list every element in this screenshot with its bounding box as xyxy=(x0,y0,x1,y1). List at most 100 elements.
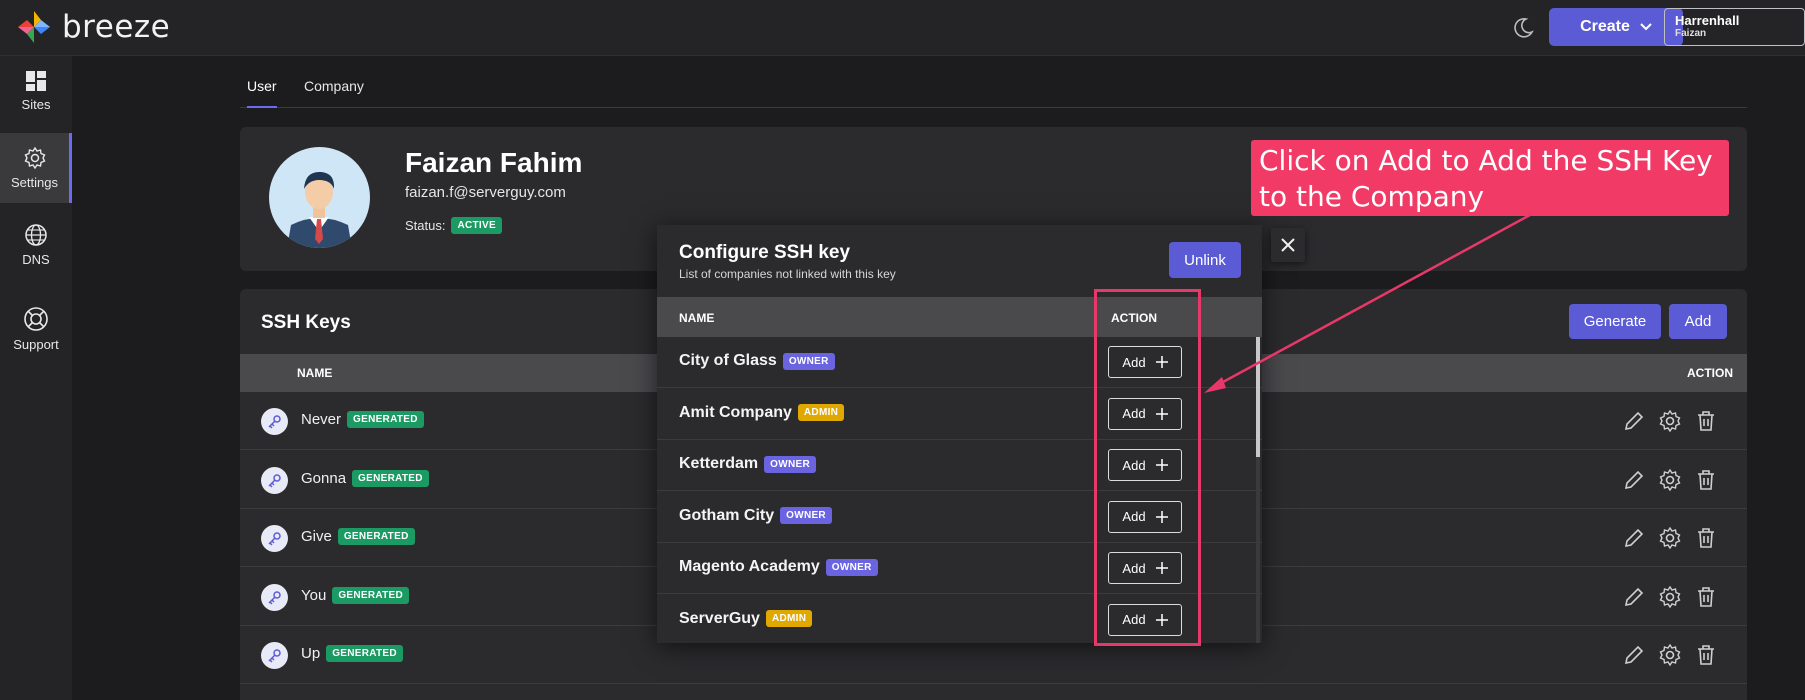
trash-icon[interactable] xyxy=(1694,468,1718,492)
action-column-highlight xyxy=(1094,289,1201,646)
org-user: Faizan xyxy=(1675,28,1707,39)
sidebar-item-label: DNS xyxy=(22,252,50,267)
generated-badge: GENERATED xyxy=(347,411,424,428)
add-key-button[interactable]: Add xyxy=(1669,304,1727,339)
modal-title: Configure SSH key xyxy=(679,242,851,263)
moon-icon[interactable] xyxy=(1509,14,1537,42)
create-label: Create xyxy=(1580,18,1630,35)
col-action: ACTION xyxy=(1687,366,1733,380)
company-label: City of Glass OWNER xyxy=(679,352,835,370)
tab-user[interactable]: User xyxy=(247,78,277,108)
sidebar-item-dns[interactable]: DNS xyxy=(0,210,72,280)
role-badge: OWNER xyxy=(780,507,832,524)
company-name: City of Glass xyxy=(679,352,777,369)
tab-company[interactable]: Company xyxy=(304,78,364,106)
globe-icon xyxy=(25,224,47,246)
row-actions xyxy=(1622,409,1718,433)
profile-email: faizan.f@serverguy.com xyxy=(405,184,566,201)
lifebuoy-icon xyxy=(24,307,48,331)
trash-icon[interactable] xyxy=(1694,643,1718,667)
user-avatar-icon xyxy=(287,171,352,248)
key-name: Never xyxy=(301,411,342,428)
gear-icon[interactable] xyxy=(1658,585,1682,609)
key-icon xyxy=(261,583,288,611)
status-badge: ACTIVE xyxy=(451,217,502,234)
generated-badge: GENERATED xyxy=(332,586,410,604)
row-actions xyxy=(1622,526,1718,550)
role-badge: OWNER xyxy=(764,455,816,473)
key-name: Give xyxy=(301,528,332,545)
gear-icon[interactable] xyxy=(1658,409,1682,433)
company-name: Amit Company xyxy=(679,403,792,421)
gear-icon[interactable] xyxy=(1658,468,1682,492)
key-label: Never GENERATED xyxy=(301,411,424,428)
profile-name: Faizan Fahim xyxy=(405,147,583,178)
org-name: Harrenhall xyxy=(1675,13,1740,28)
create-button[interactable]: Create xyxy=(1549,8,1683,46)
col-name: NAME xyxy=(679,311,715,325)
generated-badge: GENERATED xyxy=(352,469,429,487)
key-icon xyxy=(261,642,288,669)
settings-tabs: User Company xyxy=(240,70,1747,108)
trash-icon[interactable] xyxy=(1694,526,1718,550)
edit-icon[interactable] xyxy=(1622,409,1646,433)
company-label: Ketterdam OWNER xyxy=(679,455,816,473)
company-name: Ketterdam xyxy=(679,455,759,472)
chevron-down-icon xyxy=(1640,23,1652,31)
trash-icon[interactable] xyxy=(1694,585,1718,609)
key-name: You xyxy=(301,586,327,604)
company-label: Magento Academy OWNER xyxy=(679,558,878,576)
row-actions xyxy=(1622,643,1718,667)
gear-icon[interactable] xyxy=(1658,526,1682,550)
modal-scrollbar[interactable] xyxy=(1256,337,1260,643)
key-name: Up xyxy=(301,645,321,662)
key-label: Up GENERATED xyxy=(301,645,403,662)
gear-icon[interactable] xyxy=(1658,643,1682,667)
company-name: Gotham City xyxy=(679,506,775,524)
org-switcher[interactable]: Harrenhall Faizan xyxy=(1664,8,1805,46)
status-label: Status: xyxy=(405,218,446,233)
edit-icon[interactable] xyxy=(1622,468,1646,492)
edit-icon[interactable] xyxy=(1622,585,1646,609)
ssh-keys-title: SSH Keys xyxy=(261,312,351,333)
brand-logo[interactable]: breeze xyxy=(14,7,170,47)
close-modal-button[interactable] xyxy=(1271,228,1305,262)
edit-icon[interactable] xyxy=(1622,526,1646,550)
key-name: Gonna xyxy=(301,469,347,487)
key-label: Give GENERATED xyxy=(301,528,415,545)
company-label: Amit Company ADMIN xyxy=(679,403,845,422)
logo-icon xyxy=(18,11,50,43)
role-badge: ADMIN xyxy=(765,610,813,627)
key-label: Gonna GENERATED xyxy=(301,469,429,487)
unlink-button[interactable]: Unlink xyxy=(1169,242,1241,278)
trash-icon[interactable] xyxy=(1694,409,1718,433)
top-bar: breeze Create Harrenhall Faizan xyxy=(0,0,1805,56)
role-badge: ADMIN xyxy=(797,404,845,421)
grid-icon xyxy=(26,71,46,91)
row-actions xyxy=(1622,585,1718,609)
sidebar: Sites Settings DNS Support xyxy=(0,56,72,700)
gear-icon xyxy=(24,146,45,170)
company-label: Gotham City OWNER xyxy=(679,507,832,525)
scroll-thumb[interactable] xyxy=(1256,337,1260,457)
sidebar-item-label: Settings xyxy=(11,175,58,190)
avatar xyxy=(269,147,370,248)
profile-status: Status: ACTIVE xyxy=(405,217,502,234)
edit-icon[interactable] xyxy=(1622,643,1646,667)
key-label: You GENERATED xyxy=(301,586,410,604)
sidebar-item-settings[interactable]: Settings xyxy=(0,133,72,203)
row-actions xyxy=(1622,468,1718,492)
close-icon xyxy=(1281,238,1295,252)
modal-subtitle: List of companies not linked with this k… xyxy=(679,267,896,281)
generated-badge: GENERATED xyxy=(337,528,415,545)
col-name: NAME xyxy=(297,366,333,380)
company-label: ServerGuy ADMIN xyxy=(679,609,813,628)
key-icon xyxy=(261,525,288,552)
sidebar-item-label: Sites xyxy=(21,97,51,112)
generated-badge: GENERATED xyxy=(326,645,403,662)
sidebar-item-support[interactable]: Support xyxy=(0,294,72,364)
generate-button[interactable]: Generate xyxy=(1569,304,1661,339)
company-name: ServerGuy xyxy=(679,609,760,627)
sidebar-item-sites[interactable]: Sites xyxy=(0,56,72,126)
role-badge: OWNER xyxy=(782,352,835,370)
